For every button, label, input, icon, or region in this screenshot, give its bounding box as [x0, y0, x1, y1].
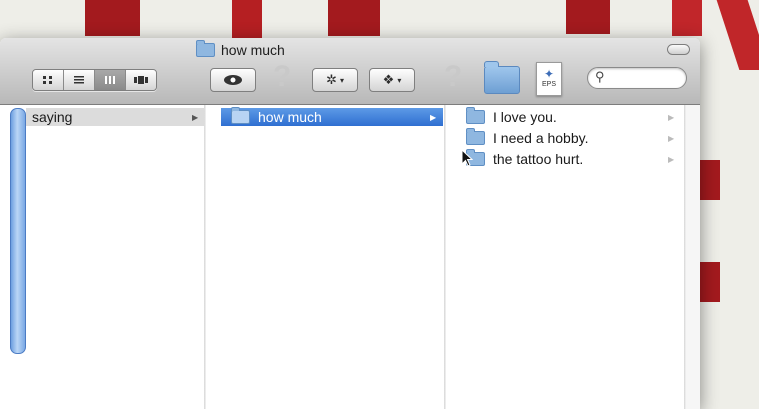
- eps-file-icon[interactable]: ✦ EPS: [536, 62, 562, 96]
- icon-view-button[interactable]: [33, 70, 64, 90]
- browser-column-2: how much ▶: [206, 105, 444, 409]
- browser-column-1: saying ▶: [0, 105, 204, 409]
- list-item[interactable]: the tattoo hurt. ▶: [466, 149, 680, 168]
- vertical-scrollbar[interactable]: [10, 108, 26, 354]
- chevron-down-icon: ▾: [339, 75, 344, 85]
- desktop-background-shape: [700, 160, 720, 200]
- desktop-background-shape: [700, 262, 720, 302]
- list-item-selected[interactable]: how much ▶: [221, 107, 443, 126]
- right-pane-edge: [686, 105, 700, 409]
- desktop-background-shape: [232, 0, 262, 38]
- list-item-label: I love you.: [493, 109, 557, 125]
- folder-icon: [196, 40, 215, 57]
- list-item-label: how much: [258, 109, 322, 125]
- search-icon: ⚲: [595, 69, 605, 84]
- chevron-right-icon: ▶: [668, 154, 675, 164]
- mouse-cursor-icon: [461, 149, 473, 167]
- dropbox-icon: ❖: [382, 72, 395, 87]
- folder-icon: [466, 128, 485, 145]
- question-mark-icon: ?: [273, 60, 292, 93]
- chevron-right-icon: ▶: [430, 112, 437, 122]
- desktop-background-shape: [716, 0, 759, 70]
- grid-icon: [43, 76, 52, 84]
- browser-column-3: I love you. ▶ I need a hobby. ▶ the tatt…: [446, 105, 684, 409]
- chevron-down-icon: ▾: [397, 75, 402, 85]
- eps-file-label: EPS: [541, 81, 556, 88]
- columns-icon: [105, 76, 115, 84]
- dropbox-menu-button[interactable]: ❖ ▾: [369, 68, 415, 92]
- chevron-right-icon: ▶: [668, 133, 675, 143]
- chevron-right-icon: ▶: [668, 112, 675, 122]
- folder-icon: [231, 107, 250, 124]
- list-item[interactable]: I need a hobby. ▶: [466, 128, 680, 147]
- list-item-label: the tattoo hurt.: [493, 151, 584, 167]
- list-item-label: I need a hobby.: [493, 130, 589, 146]
- column-view-button[interactable]: [95, 70, 126, 90]
- action-menu-button[interactable]: ✲ ▾: [312, 68, 358, 92]
- desktop-background-shape: [85, 0, 140, 36]
- finder-toolbar: how much ? ✲ ▾ ❖ ▾ ? ✦ EPS ⚲: [0, 38, 700, 105]
- folder-icon: [466, 107, 485, 124]
- question-mark-icon: ?: [444, 60, 463, 93]
- view-mode-control: [32, 69, 157, 91]
- chevron-right-icon: ▶: [192, 112, 199, 122]
- finder-window: how much ? ✲ ▾ ❖ ▾ ? ✦ EPS ⚲ saying ▶ ho…: [0, 38, 700, 409]
- desktop-background-shape: [566, 0, 610, 34]
- folder-icon[interactable]: [484, 61, 520, 94]
- quick-look-button[interactable]: [210, 68, 256, 92]
- desktop-background-shape: [672, 0, 702, 36]
- toolbar-toggle-button[interactable]: [667, 44, 690, 55]
- document-icon: ✦: [543, 67, 555, 81]
- list-item-label: saying: [32, 109, 73, 125]
- list-item[interactable]: saying ▶: [26, 108, 204, 126]
- eye-icon: [224, 75, 242, 85]
- list-view-button[interactable]: [64, 70, 95, 90]
- list-item[interactable]: I love you. ▶: [466, 107, 680, 126]
- gear-icon: ✲: [326, 72, 337, 87]
- cover-flow-icon: [134, 76, 148, 84]
- cover-flow-button[interactable]: [126, 70, 156, 90]
- desktop-background-shape: [328, 0, 380, 36]
- window-title: how much: [196, 40, 285, 59]
- list-icon: [74, 76, 84, 84]
- window-title-text: how much: [221, 42, 285, 58]
